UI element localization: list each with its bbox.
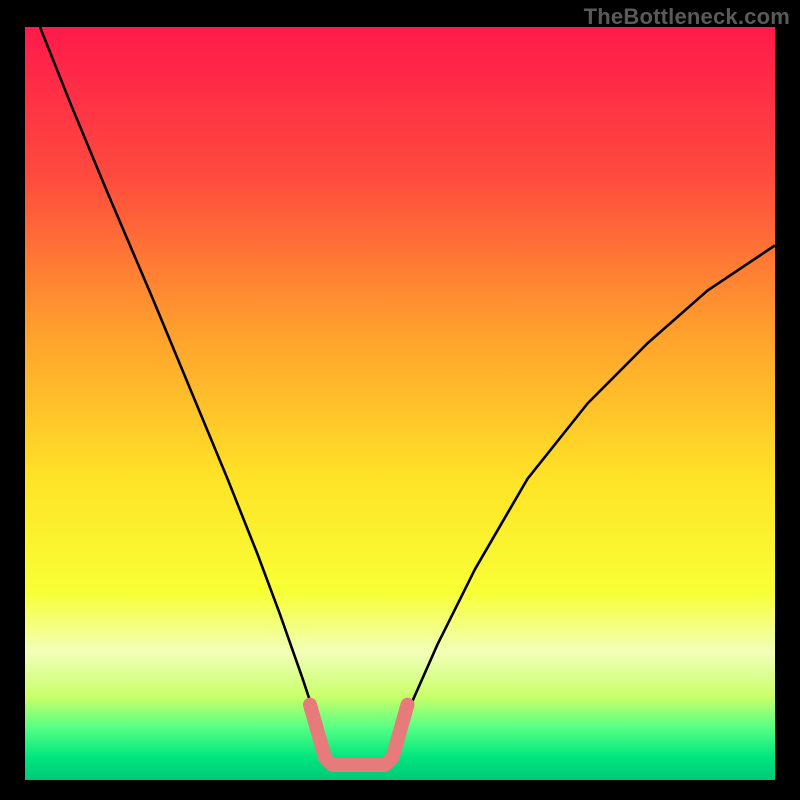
chart-svg bbox=[0, 0, 800, 800]
chart-stage: TheBottleneck.com bbox=[0, 0, 800, 800]
watermark-text: TheBottleneck.com bbox=[584, 4, 790, 30]
plot-background bbox=[25, 27, 775, 780]
